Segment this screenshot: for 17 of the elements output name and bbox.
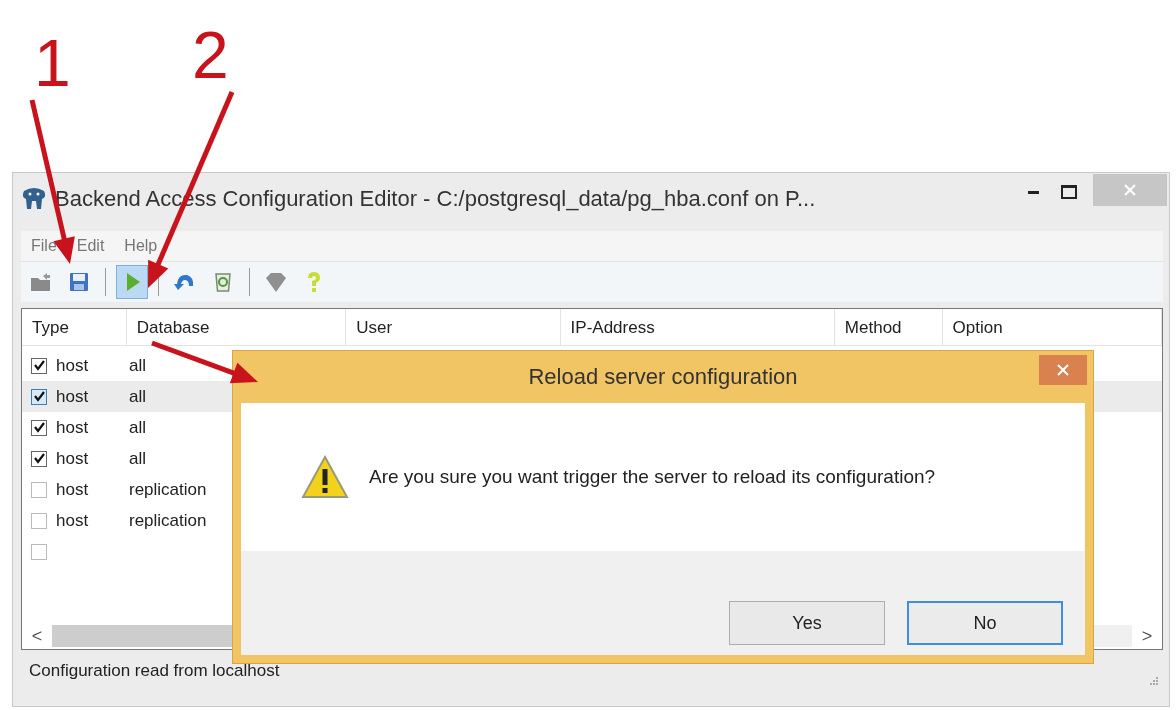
table-cell-text: host: [55, 355, 90, 376]
dialog-message: Are you sure you want trigger the server to reload its configuration?: [369, 466, 936, 488]
table-cell-text: replication: [128, 510, 207, 531]
dialog-title: Reload server configuration: [528, 364, 798, 390]
table-cell-text: all: [128, 355, 146, 376]
table-cell-text: all: [128, 448, 146, 469]
table-cell-text: host: [55, 448, 90, 469]
status-text: Configuration read from localhost: [29, 661, 280, 681]
table-cell-text: host: [55, 417, 90, 438]
table-cell-text: all: [128, 386, 146, 407]
table-cell-text: all: [128, 417, 146, 438]
annotation-number: 2: [192, 22, 229, 88]
table-cell-text: host: [55, 386, 90, 407]
annotation-number: 1: [34, 30, 71, 96]
table-cell-text: replication: [128, 479, 207, 500]
table-cell-text: host: [55, 479, 90, 500]
table-cell-text: host: [55, 510, 90, 531]
